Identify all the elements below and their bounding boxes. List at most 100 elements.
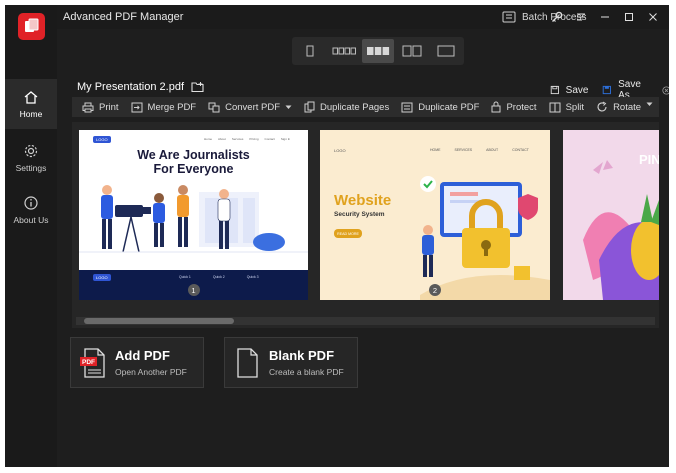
close-icon[interactable] [647,11,659,23]
title-bar: Advanced PDF Manager Batch Process [5,5,669,29]
page-1-nav-item: Contact [264,137,275,141]
page-1-logo: LOGO [93,136,111,143]
toolbar: Print Merge PDF Convert PDF Duplicate Pa… [72,97,659,117]
duplicate-pdf-icon [401,102,413,112]
info-icon [24,196,38,210]
security-illustration [420,176,550,300]
page-2-nav-item: ABOUT [486,148,499,152]
print-label: Print [99,101,119,113]
sidebar-item-about-us[interactable]: About Us [5,185,57,235]
duplicate-pdf-button[interactable]: Duplicate PDF [401,97,479,117]
page-thumbnail-3[interactable]: PIN [563,130,659,300]
key-icon[interactable] [551,11,563,23]
view-mode-two-page[interactable] [396,39,428,63]
page-thumbnail-2[interactable]: LOGO HOME SERVICES ABOUT CONTACT Website… [320,130,550,300]
two-page-view-icon [402,45,422,57]
convert-pdf-label: Convert PDF [225,101,281,113]
page-1-nav-item: Home [204,137,213,141]
split-icon [549,102,561,112]
duplicate-pdf-label: Duplicate PDF [418,101,480,113]
large-page-view-icon [437,45,455,57]
add-pdf-title: Add PDF [115,348,170,363]
horizontal-scrollbar[interactable] [76,317,655,325]
gear-icon [24,144,38,158]
page-2-nav-item: HOME [430,148,441,152]
view-mode-single-page[interactable] [294,39,326,63]
merge-icon [131,102,143,112]
duplicate-pages-icon [304,101,315,113]
print-button[interactable]: Print [82,97,119,117]
convert-pdf-button[interactable]: Convert PDF [208,97,292,117]
page-number-badge: 1 [187,284,200,296]
page-1-nav-item: About [218,137,226,141]
document-title-row: My Presentation 2.pdf [77,81,205,93]
app-title: Advanced PDF Manager [63,11,184,23]
view-mode-small-thumbnails[interactable] [328,39,360,63]
home-icon [24,90,38,104]
sidebar-item-home[interactable]: Home [5,79,57,129]
scrollbar-thumb[interactable] [84,318,234,324]
page-3-partial-heading: PIN [639,152,659,167]
add-pdf-card[interactable]: PDF Add PDF Open Another PDF [70,337,204,388]
blank-pdf-subtitle: Create a blank PDF [269,367,344,377]
page-thumbnail-1[interactable]: LOGO Home About Services Pricing Contact… [79,130,308,300]
add-pdf-subtitle: Open Another PDF [115,367,187,377]
rotate-icon [597,101,607,112]
chevron-down-icon [285,105,292,109]
merge-pdf-button[interactable]: Merge PDF [131,97,196,117]
page-2-nav: HOME SERVICES ABOUT CONTACT [430,148,529,152]
toolbar-more-chevron-icon[interactable] [646,102,653,107]
save-button[interactable]: Save [566,85,589,96]
close-document-icon[interactable] [662,85,669,96]
page-1-footer-link: Quick 2 [212,275,225,279]
protect-label: Protect [506,101,537,113]
view-mode-medium-thumbnails[interactable] [362,39,394,63]
blank-file-icon [237,347,258,378]
page-2-logo: LOGO [334,148,346,153]
page-1-footer: LOGO Quick 1 Quick 2 Quick 3 1 [79,270,308,300]
rotate-button[interactable]: Rotate [596,97,641,117]
open-folder-icon[interactable] [191,81,205,93]
split-label: Split [565,101,585,113]
duplicate-pages-label: Duplicate Pages [320,101,390,113]
sidebar-item-label: Home [19,108,43,119]
menu-icon[interactable] [575,11,587,23]
page-2-nav-item: SERVICES [454,148,473,152]
page-1-footer-logo: LOGO [93,274,111,281]
page-1-footer-links: Quick 1 Quick 2 Quick 3 [179,275,259,279]
app-window: Advanced PDF Manager Batch Process Home … [5,5,669,467]
sidebar: Home Settings About Us [5,5,57,467]
page-1-nav: Home About Services Pricing Contact Sign… [204,137,290,141]
lock-icon [491,101,501,113]
app-logo [18,13,45,40]
page-1-footer-link: Quick 3 [246,275,259,279]
add-pdf-icon-wrap: PDF [71,337,115,388]
rotate-label: Rotate [613,101,642,113]
medium-thumbnails-view-icon [367,47,390,55]
save-icon [550,85,559,95]
page-2-nav-item: CONTACT [512,148,529,152]
single-page-view-icon [306,45,314,57]
blank-pdf-title: Blank PDF [269,348,335,363]
page-number-badge: 2 [429,284,441,296]
view-mode-large-page[interactable] [430,39,462,63]
page-1-nav-item: Pricing [249,137,259,141]
sidebar-item-settings[interactable]: Settings [5,133,57,183]
pdf-file-icon: PDF [80,347,105,378]
blank-pdf-card[interactable]: Blank PDF Create a blank PDF [224,337,358,388]
sidebar-item-label: About Us [13,215,49,225]
small-thumbnails-view-icon [332,47,356,55]
convert-icon [208,102,220,112]
minimize-icon[interactable] [599,11,611,23]
protect-button[interactable]: Protect [491,97,537,117]
page-2-title: Website [334,192,392,209]
split-button[interactable]: Split [549,97,584,117]
view-mode-switch [292,37,464,65]
duplicate-pages-button[interactable]: Duplicate Pages [304,97,389,117]
maximize-icon[interactable] [623,11,635,23]
page-thumbnails-strip: LOGO Home About Services Pricing Contact… [72,122,659,328]
page-1-footer-link: Quick 1 [179,275,191,279]
page-2-subtitle: Security System [334,211,385,218]
page-1-nav-item: Sign In [280,137,291,141]
pdf-manager-logo-icon [25,18,39,32]
